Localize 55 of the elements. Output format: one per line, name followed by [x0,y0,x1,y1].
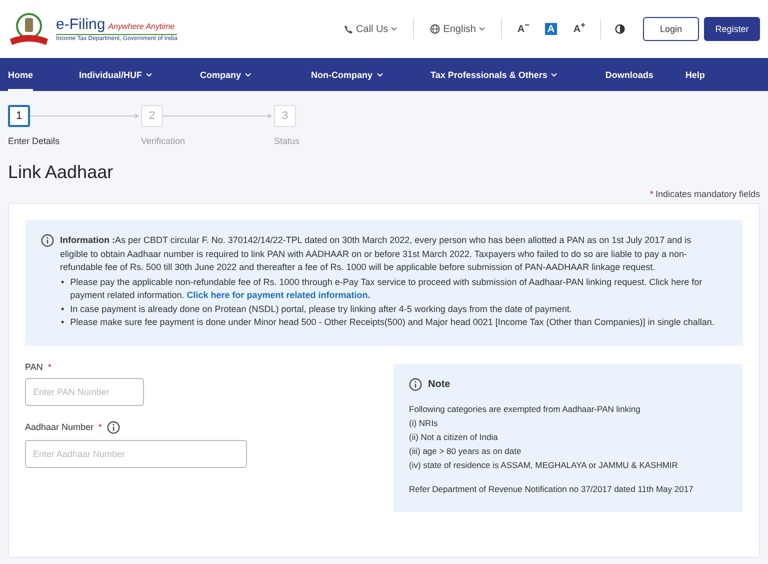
payment-info-link[interactable]: Click here for payment related information. [186,290,370,300]
nav-item[interactable]: Company [200,58,252,91]
nav-item[interactable]: Home [8,58,34,91]
information-bullet: Please pay the applicable non-refundable fee of Rs. 1000 through e-Pay Tax service to proceed with submission of Aadhaar-PAN linking request. Click here for payment related information. Click here for payment related information. [70,276,704,302]
register-button[interactable]: Register [704,17,760,41]
bullet-mark: • [61,276,64,288]
note-title: Note [428,378,450,392]
note-line: (ii) Not a citizen of India [409,430,499,444]
step-number: 2 [141,105,163,127]
caret-icon [479,27,485,31]
field-label: PAN [25,362,43,372]
step-label: Status [274,136,301,146]
mandatory-note: * Indicates mandatory fields [650,189,760,199]
note-line: Following categories are exempted from Aadhaar-PAN linking [409,402,642,416]
step-number: 3 [274,105,296,127]
font-size-button[interactable]: A [517,23,529,35]
page-title: Link Aadhaar [8,162,114,183]
information-text: Information :As per CBDT circular F. No. 370142/14/22-TPL dated on 30th March 2022, every person who has been allotted a PAN as on 1st July 2017 and is eligible to obtain Aadhaar number is required to link PAN with AADHAAR on or before 31st March 2022. Taxpayers who failed to do so are liable to pay a non-refundable fee of Rs. 500 till 30th June 2022 and thereafter a fee of Rs. 1000 will be applicable before submission of PAN-AADHAAR linkage request. [60,234,692,274]
nav-item[interactable]: Help [685,58,705,91]
plus-icon [580,23,585,27]
info-icon [41,234,54,247]
step-label: Enter Details [8,136,61,146]
required-mark: * [48,362,52,372]
font-size-button[interactable]: A [573,23,585,35]
contrast-icon[interactable] [615,24,625,34]
nav-item[interactable]: Tax Professionals & Others [430,58,558,91]
required-mark: * [98,422,102,432]
note-line: (iii) age > 80 years as on date [409,444,522,458]
information-bullet: Please make sure fee payment is done under Minor head 500 - Other Receipts(500) and Major head 0021 [Income Tax (Other than Companies)] in single challan. [70,316,714,329]
info-icon [409,378,422,391]
login-button[interactable]: Login [643,17,699,41]
note-line: (i) NRIs [409,416,439,430]
nav-item[interactable]: Individual/HUF [79,58,152,91]
step-label: Verification [141,136,186,146]
logo-tagline: Anywhere Anytime [108,22,175,31]
pan-field[interactable]: Enter PAN Number [25,378,144,406]
information-bullet: In case payment is already done on Protean (NSDL) portal, please try linking after 4-5 working days from the date of payment. [70,302,572,316]
bullet-mark: • [61,302,64,316]
nav-item[interactable]: Downloads [605,58,654,91]
minus-icon [524,23,529,27]
step-number: 1 [8,105,30,127]
call-us-menu[interactable]: Call Us [338,24,404,34]
font-size-button[interactable]: A [545,23,557,35]
phone-icon [344,24,353,34]
caret-icon [391,27,398,31]
emblem-icon [8,11,50,47]
aadhaar-field[interactable]: Enter Aadhaar Number [25,440,247,468]
bullet-mark: • [61,316,64,329]
language-menu[interactable]: English [424,24,491,34]
note-line: (iv) state of residence is ASSAM, MEGHALAYA or JAMMU & KASHMIR [409,458,679,472]
field-label: Aadhaar Number [25,422,94,432]
note-reference: Refer Department of Revenue Notification no 37/2017 dated 11th May 2017 [409,482,694,496]
globe-icon [430,24,440,34]
logo-title: e-Filing [56,16,106,33]
nav-item[interactable]: Non-Company [311,58,383,91]
